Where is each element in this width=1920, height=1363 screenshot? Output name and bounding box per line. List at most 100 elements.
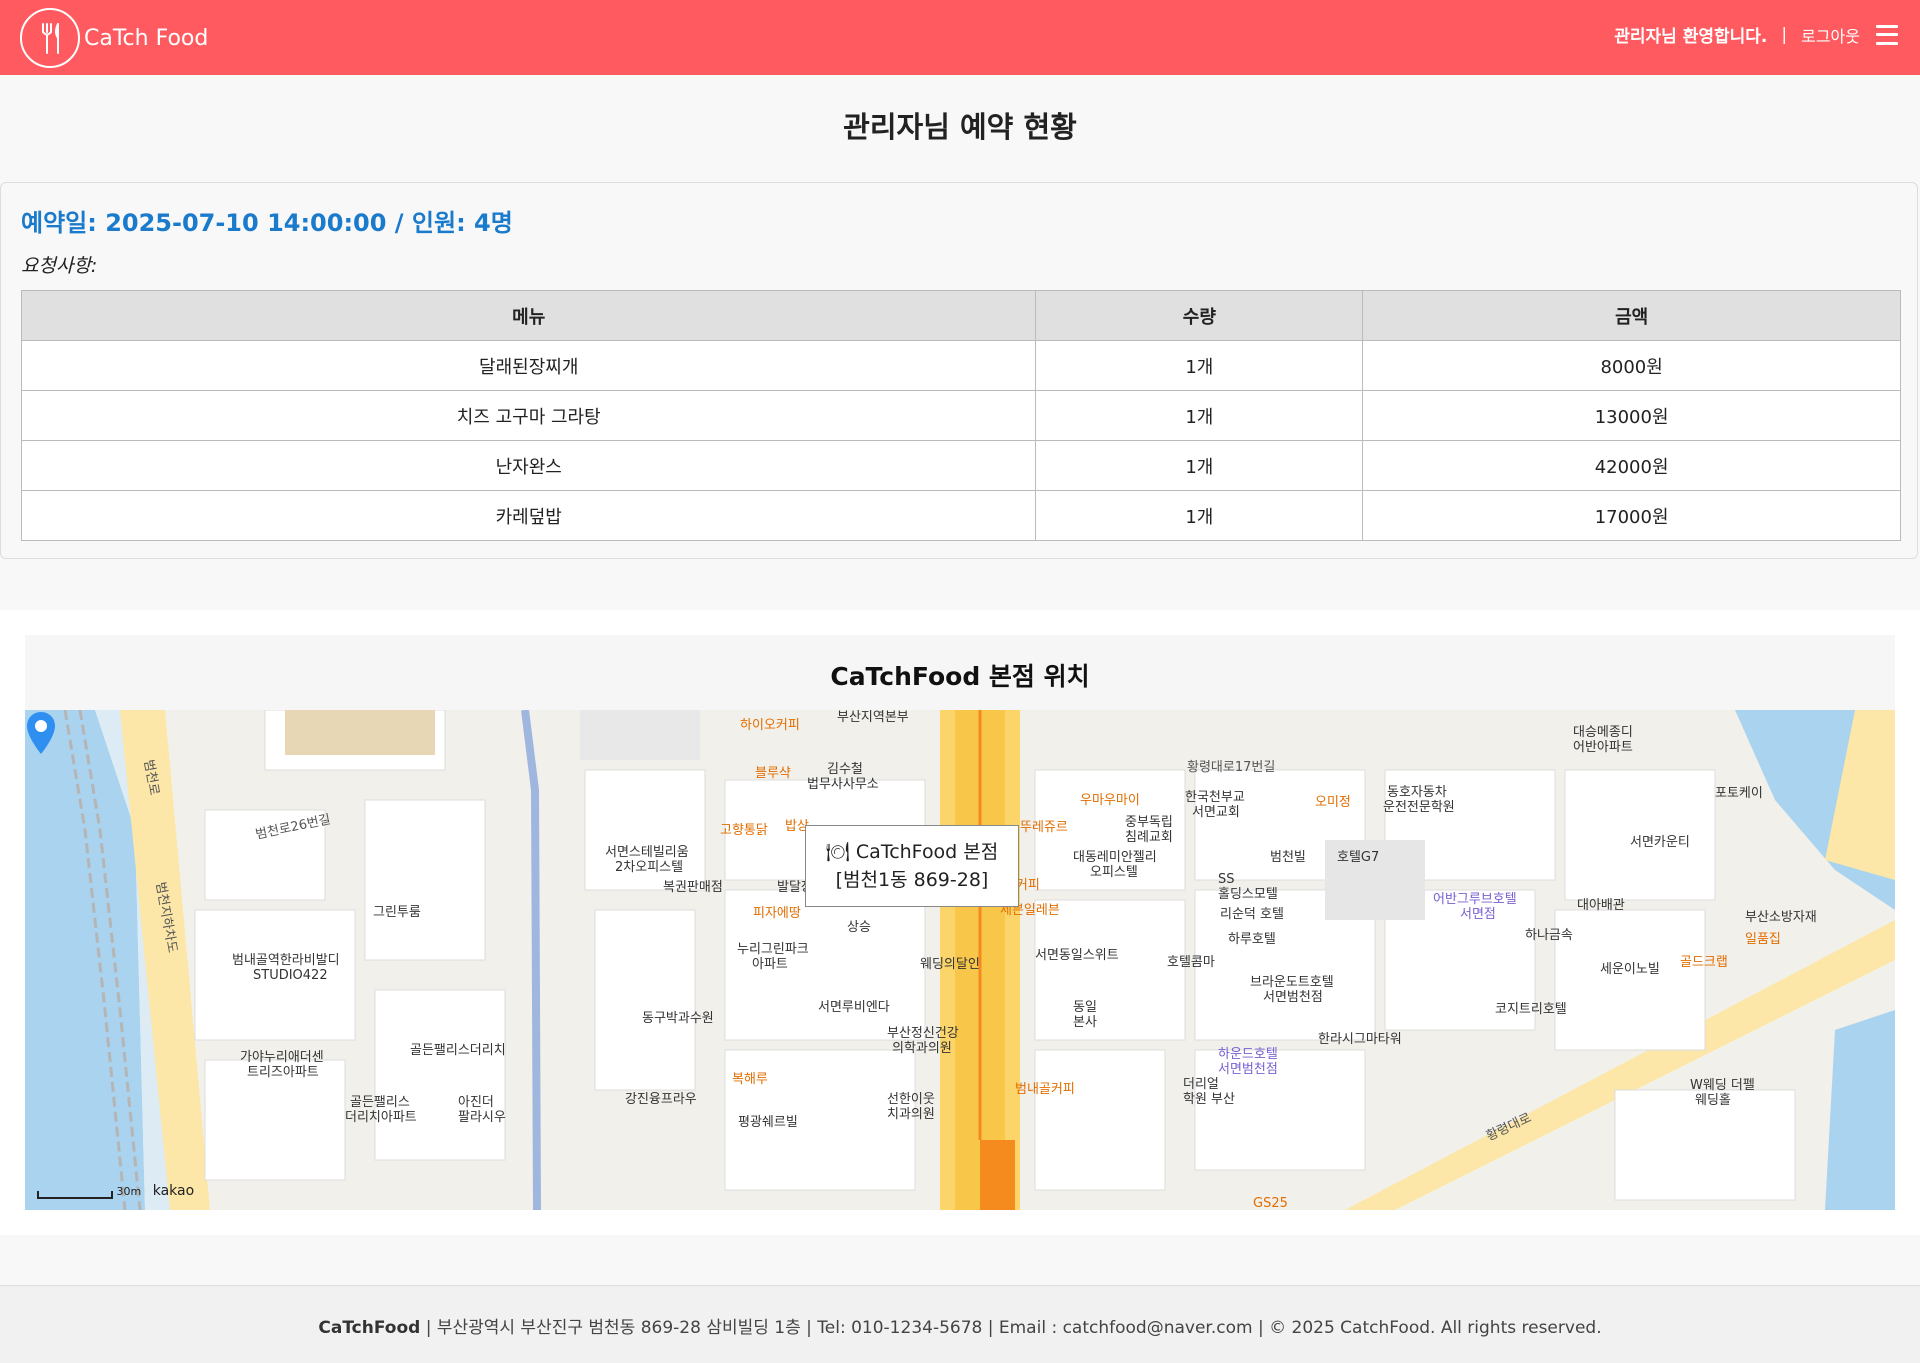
poi-label: 범내골역한라비발디: [232, 953, 340, 968]
poi-label: STUDIO422: [253, 968, 328, 983]
poi-label: 동일: [1073, 1000, 1097, 1015]
map-info-window: 🍽 CaTchFood 본점 [범천1동 869-28]: [805, 825, 1019, 907]
poi-label: 본사: [1073, 1015, 1097, 1030]
poi-label: 선한이웃: [887, 1092, 935, 1107]
poi-label: 강진융프라우: [625, 1092, 697, 1107]
price-cell: 8000원: [1362, 340, 1901, 391]
poi-label: 코지트리호텔: [1495, 1002, 1567, 1017]
kakao-map[interactable]: 하이오커피 부산지역본부 블루샥 김수철 법무사사무소 고향통닭 밥상 서면스테…: [25, 710, 1895, 1210]
poi-label: 김수철: [827, 762, 863, 777]
poi-label: 우마우마이: [1080, 793, 1140, 808]
poi-label: 브라운도트호텔: [1250, 975, 1334, 990]
page-title: 관리자님 예약 현황: [843, 110, 1077, 144]
location-pin-icon[interactable]: [25, 710, 57, 756]
logo[interactable]: CaTch Food: [20, 7, 208, 69]
table-row: 달래된장찌개 1개 8000원: [20, 340, 1901, 391]
fork-knife-icon: [20, 8, 80, 68]
map-title: CaTchFood 본점 위치: [830, 662, 1090, 691]
poi-label: 오미정: [1315, 795, 1351, 810]
column-header-menu: 메뉴: [20, 290, 1037, 341]
poi-label: 대동레미안젤리: [1073, 850, 1157, 865]
poi-label: 뚜레쥬르: [1020, 820, 1068, 835]
reservation-date: 예약일: 2025-07-10 14:00:00 / 인원: 4명: [21, 209, 513, 237]
scale-label: 30m: [116, 1185, 142, 1198]
poi-label: 부산지역본부: [837, 710, 909, 725]
scale-bar: [37, 1191, 113, 1199]
header-separator: |: [1781, 24, 1788, 45]
column-header-price: 금액: [1362, 290, 1901, 341]
map-container: CaTchFood 본점 위치 하이오커피 부산지역본부 블루샥 김수철 법무사…: [25, 635, 1895, 1210]
poi-label: 아파트: [752, 957, 788, 972]
poi-label: 어반아파트: [1573, 740, 1633, 755]
poi-label: 한국천부교: [1185, 790, 1245, 805]
poi-label: 치과의원: [887, 1107, 935, 1122]
poi-label: 골드크랩: [1680, 955, 1728, 970]
poi-label: 동호자동차: [1387, 785, 1447, 800]
poi-label: 학원 부산: [1183, 1092, 1235, 1107]
poi-label: 리순덕 호텔: [1220, 907, 1284, 922]
poi-label: 복권판매점: [663, 880, 723, 895]
poi-label: 아진더: [458, 1095, 494, 1110]
poi-label: 침례교회: [1125, 830, 1173, 845]
poi-label: 서면범천점: [1263, 990, 1323, 1005]
table-header-row: 메뉴 수량 금액: [20, 290, 1901, 341]
poi-label: 누리그린파크: [737, 942, 809, 957]
map-section: CaTchFood 본점 위치 하이오커피 부산지역본부 블루샥 김수철 법무사…: [0, 610, 1920, 1235]
poi-label: 호텔G7: [1337, 850, 1380, 865]
price-cell: 17000원: [1362, 490, 1901, 541]
menu-cell: 치즈 고구마 그라탕: [20, 390, 1037, 441]
price-cell: 13000원: [1362, 390, 1901, 441]
menu-cell: 난자완스: [20, 440, 1037, 491]
price-cell: 42000원: [1362, 440, 1901, 491]
poi-label: 서면루비엔다: [818, 1000, 890, 1015]
poi-label: 트리즈아파트: [247, 1065, 319, 1080]
poi-label: 블루샥: [755, 766, 791, 781]
footer-text: CaTchFood | 부산광역시 부산진구 범천동 869-28 삼비빌딩 1…: [0, 1313, 1920, 1338]
poi-label: 호텔콤마: [1167, 955, 1215, 970]
menu-icon[interactable]: [1876, 24, 1898, 45]
footer-brand: CaTchFood: [318, 1318, 421, 1338]
info-address: [범천1동 869-28]: [835, 869, 989, 891]
poi-label: 고향통닭: [720, 823, 768, 838]
poi-label: 서면카운티: [1630, 835, 1690, 850]
poi-label: 그린투룸: [373, 905, 421, 920]
poi-label: 피자에땅: [753, 906, 801, 921]
qty-cell: 1개: [1035, 340, 1364, 391]
poi-label: 서면동일스위트: [1035, 948, 1119, 963]
poi-label: 어반그루브호텔: [1433, 892, 1517, 907]
map-scale: 30m kakao: [37, 1183, 194, 1199]
poi-label: 세운이노빌: [1600, 962, 1660, 977]
logo-text: CaTch Food: [84, 25, 209, 51]
reservation-card: 예약일: 2025-07-10 14:00:00 / 인원: 4명 요청사항: …: [0, 182, 1918, 559]
column-header-qty: 수량: [1035, 290, 1364, 341]
poi-label: 범천빌: [1270, 850, 1306, 865]
poi-label: SS: [1218, 872, 1235, 887]
poi-label: 부산소방자재: [1745, 910, 1817, 925]
poi-label: 홀딩스모텔: [1218, 887, 1278, 902]
poi-label: 가야누리애더센: [240, 1050, 324, 1065]
info-title: 🍽 CaTchFood 본점: [825, 841, 999, 863]
poi-label: 동구박과수원: [642, 1011, 714, 1026]
top-header: CaTch Food 관리자님 환영합니다. | 로그아웃: [0, 0, 1920, 75]
poi-label: 팔라시우: [458, 1110, 506, 1125]
poi-label: 하루호텔: [1228, 932, 1276, 947]
logout-link[interactable]: 로그아웃: [1801, 23, 1860, 47]
poi-label: 서면점: [1460, 907, 1496, 922]
poi-label: 법무사사무소: [807, 777, 879, 792]
qty-cell: 1개: [1035, 490, 1364, 541]
poi-label: 골든팰리스: [350, 1095, 410, 1110]
poi-label: 웨딩의달인: [920, 957, 980, 972]
poi-label: 서면스테빌리움: [605, 845, 689, 860]
poi-label: 하나금속: [1525, 928, 1573, 943]
poi-label: 평광쉐르빌: [738, 1115, 798, 1130]
map-provider-logo: kakao: [152, 1183, 195, 1199]
header-user-area: 관리자님 환영합니다. | 로그아웃: [1614, 22, 1898, 47]
poi-label: 서면교회: [1192, 805, 1240, 820]
poi-label: 복해루: [732, 1072, 768, 1087]
poi-label: 중부독립: [1125, 815, 1173, 830]
table-row: 난자완스 1개 42000원: [20, 440, 1901, 491]
welcome-text: 관리자님 환영합니다.: [1614, 27, 1768, 47]
poi-label: GS25: [1253, 1196, 1288, 1210]
poi-label: 의학과의원: [892, 1041, 952, 1056]
qty-cell: 1개: [1035, 440, 1364, 491]
